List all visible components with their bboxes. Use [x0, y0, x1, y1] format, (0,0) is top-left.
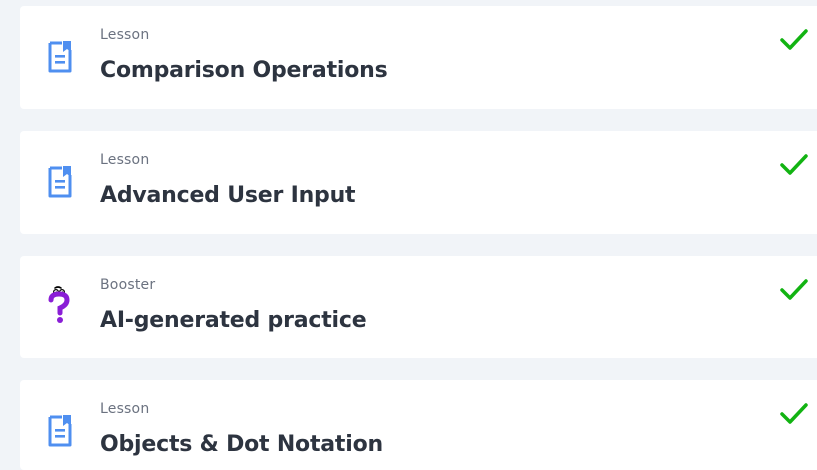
item-type-label: Lesson: [100, 152, 150, 168]
item-type-label: Booster: [100, 277, 156, 293]
document-bookmark-icon: [46, 165, 74, 199]
item-type-label: Lesson: [100, 401, 150, 417]
lesson-card-comparison-operations[interactable]: Lesson Comparison Operations: [20, 6, 817, 109]
booster-card-ai-generated-practice[interactable]: Booster AI-generated practice: [20, 256, 817, 358]
document-bookmark-icon: [46, 40, 74, 74]
check-icon: [780, 403, 808, 424]
item-type-label: Lesson: [100, 27, 150, 43]
document-bookmark-icon: [46, 414, 74, 448]
lesson-card-advanced-user-input[interactable]: Lesson Advanced User Input: [20, 131, 817, 234]
item-title: Objects & Dot Notation: [100, 432, 383, 457]
item-title: Advanced User Input: [100, 183, 356, 208]
item-title: Comparison Operations: [100, 58, 388, 83]
lesson-card-objects-dot-notation[interactable]: Lesson Objects & Dot Notation: [20, 380, 817, 470]
check-icon: [780, 154, 808, 175]
item-title: AI-generated practice: [100, 308, 367, 333]
question-mark-face-icon: [46, 286, 74, 323]
check-icon: [780, 29, 808, 50]
check-icon: [780, 279, 808, 300]
